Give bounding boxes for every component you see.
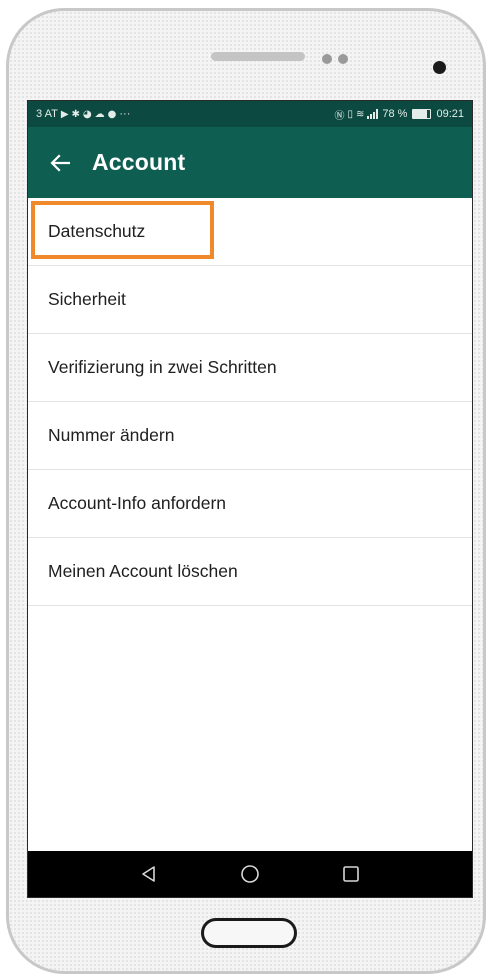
menu-item-request-account-info[interactable]: Account-Info anfordern: [28, 470, 472, 538]
battery-level: [413, 110, 427, 118]
menu-item-label: Datenschutz: [48, 221, 146, 241]
cloud-icon: ☁: [94, 108, 105, 120]
clock: 09:21: [436, 108, 464, 120]
menu-item-delete-account[interactable]: Meinen Account löschen: [28, 538, 472, 606]
menu-item-two-step-verification[interactable]: Verifizierung in zwei Schritten: [28, 334, 472, 402]
menu-item-sicherheit[interactable]: Sicherheit: [28, 266, 472, 334]
sync-icon: ◕: [82, 108, 92, 120]
android-nav-bar: [28, 851, 472, 897]
app-toolbar: Account: [28, 127, 472, 198]
light-sensor: [338, 54, 348, 64]
nav-back-button[interactable]: [129, 854, 169, 894]
play-store-icon: ▶: [60, 108, 69, 120]
vibrate-icon: ▯: [347, 108, 353, 120]
signal-icon: [367, 109, 379, 119]
menu-item-label: Verifizierung in zwei Schritten: [48, 357, 277, 377]
hardware-home-button[interactable]: [201, 918, 297, 948]
account-menu: Datenschutz Sicherheit Verifizierung in …: [28, 198, 472, 606]
back-triangle-icon: [141, 866, 155, 882]
front-camera: [433, 61, 446, 74]
more-notifications: ···: [119, 108, 131, 120]
status-bar: 3 AT ▶ ✱ ◕ ☁ ● ··· Ⓝ ▯ ≋ 78 % 09:21: [28, 101, 472, 127]
menu-item-label: Account-Info anfordern: [48, 493, 227, 513]
nav-home-button[interactable]: [230, 854, 270, 894]
battery-icon: [412, 109, 432, 119]
nfc-icon: Ⓝ: [334, 110, 345, 122]
menu-item-label: Sicherheit: [48, 289, 126, 309]
page-title: Account: [92, 149, 186, 175]
menu-item-label: Nummer ändern: [48, 425, 175, 445]
menu-item-change-number[interactable]: Nummer ändern: [28, 402, 472, 470]
nav-recents-button[interactable]: [331, 854, 371, 894]
carrier-label: 3 AT: [36, 108, 58, 120]
arrow-left-icon: [50, 153, 70, 172]
wifi-icon: ≋: [356, 108, 365, 120]
recents-square-icon: [343, 866, 360, 882]
menu-item-label: Meinen Account löschen: [48, 561, 238, 581]
notification-icon: ✱: [71, 108, 80, 120]
phone-screen: 3 AT ▶ ✱ ◕ ☁ ● ··· Ⓝ ▯ ≋ 78 % 09:21 Acco…: [27, 100, 473, 898]
battery-percent: 78 %: [382, 108, 408, 120]
home-circle-icon: [241, 865, 259, 883]
menu-item-datenschutz[interactable]: Datenschutz: [28, 198, 472, 266]
back-button[interactable]: [28, 127, 92, 198]
message-icon: ●: [107, 108, 117, 120]
proximity-sensor: [322, 54, 332, 64]
speaker-grille: [211, 52, 305, 61]
